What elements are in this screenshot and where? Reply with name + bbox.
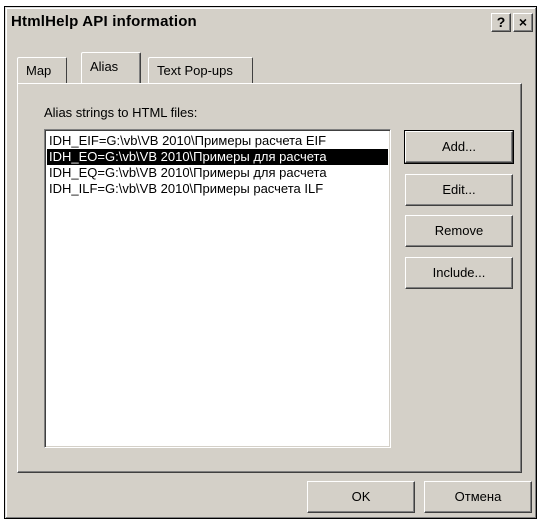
alias-panel: Alias strings to HTML files: IDH_EIF=G:\… bbox=[17, 83, 522, 473]
tab-strip: Map Alias Text Pop-ups bbox=[15, 51, 515, 83]
list-item[interactable]: IDH_ILF=G:\vb\VB 2010\Примеры расчета IL… bbox=[47, 181, 388, 197]
tab-map[interactable]: Map bbox=[17, 57, 67, 83]
cancel-button[interactable]: Отмена bbox=[424, 481, 532, 513]
tab-map-label: Map bbox=[26, 63, 52, 78]
alias-listbox[interactable]: IDH_EIF=G:\vb\VB 2010\Примеры расчета EI… bbox=[44, 129, 391, 448]
include-button[interactable]: Include... bbox=[405, 257, 513, 289]
ok-button[interactable]: OK bbox=[307, 481, 415, 513]
list-item-selected[interactable]: IDH_EO=G:\vb\VB 2010\Примеры для расчета bbox=[47, 149, 388, 165]
dialog-window: HtmlHelp API information ? × Map Alias T… bbox=[4, 6, 537, 519]
edit-button[interactable]: Edit... bbox=[405, 174, 513, 206]
tab-text-popups-label: Text Pop-ups bbox=[157, 63, 233, 78]
add-button[interactable]: Add... bbox=[404, 130, 514, 164]
alias-list-label: Alias strings to HTML files: bbox=[44, 105, 198, 120]
help-button[interactable]: ? bbox=[491, 13, 511, 32]
close-button[interactable]: × bbox=[513, 13, 533, 32]
window-title: HtmlHelp API information bbox=[11, 13, 197, 30]
tab-text-popups[interactable]: Text Pop-ups bbox=[148, 57, 253, 83]
tab-alias[interactable]: Alias bbox=[81, 52, 141, 83]
list-item[interactable]: IDH_EQ=G:\vb\VB 2010\Примеры для расчета bbox=[47, 165, 388, 181]
title-bar[interactable]: HtmlHelp API information ? × bbox=[8, 10, 533, 36]
remove-button[interactable]: Remove bbox=[405, 215, 513, 247]
list-item[interactable]: IDH_EIF=G:\vb\VB 2010\Примеры расчета EI… bbox=[47, 133, 388, 149]
tab-alias-label: Alias bbox=[90, 59, 119, 74]
